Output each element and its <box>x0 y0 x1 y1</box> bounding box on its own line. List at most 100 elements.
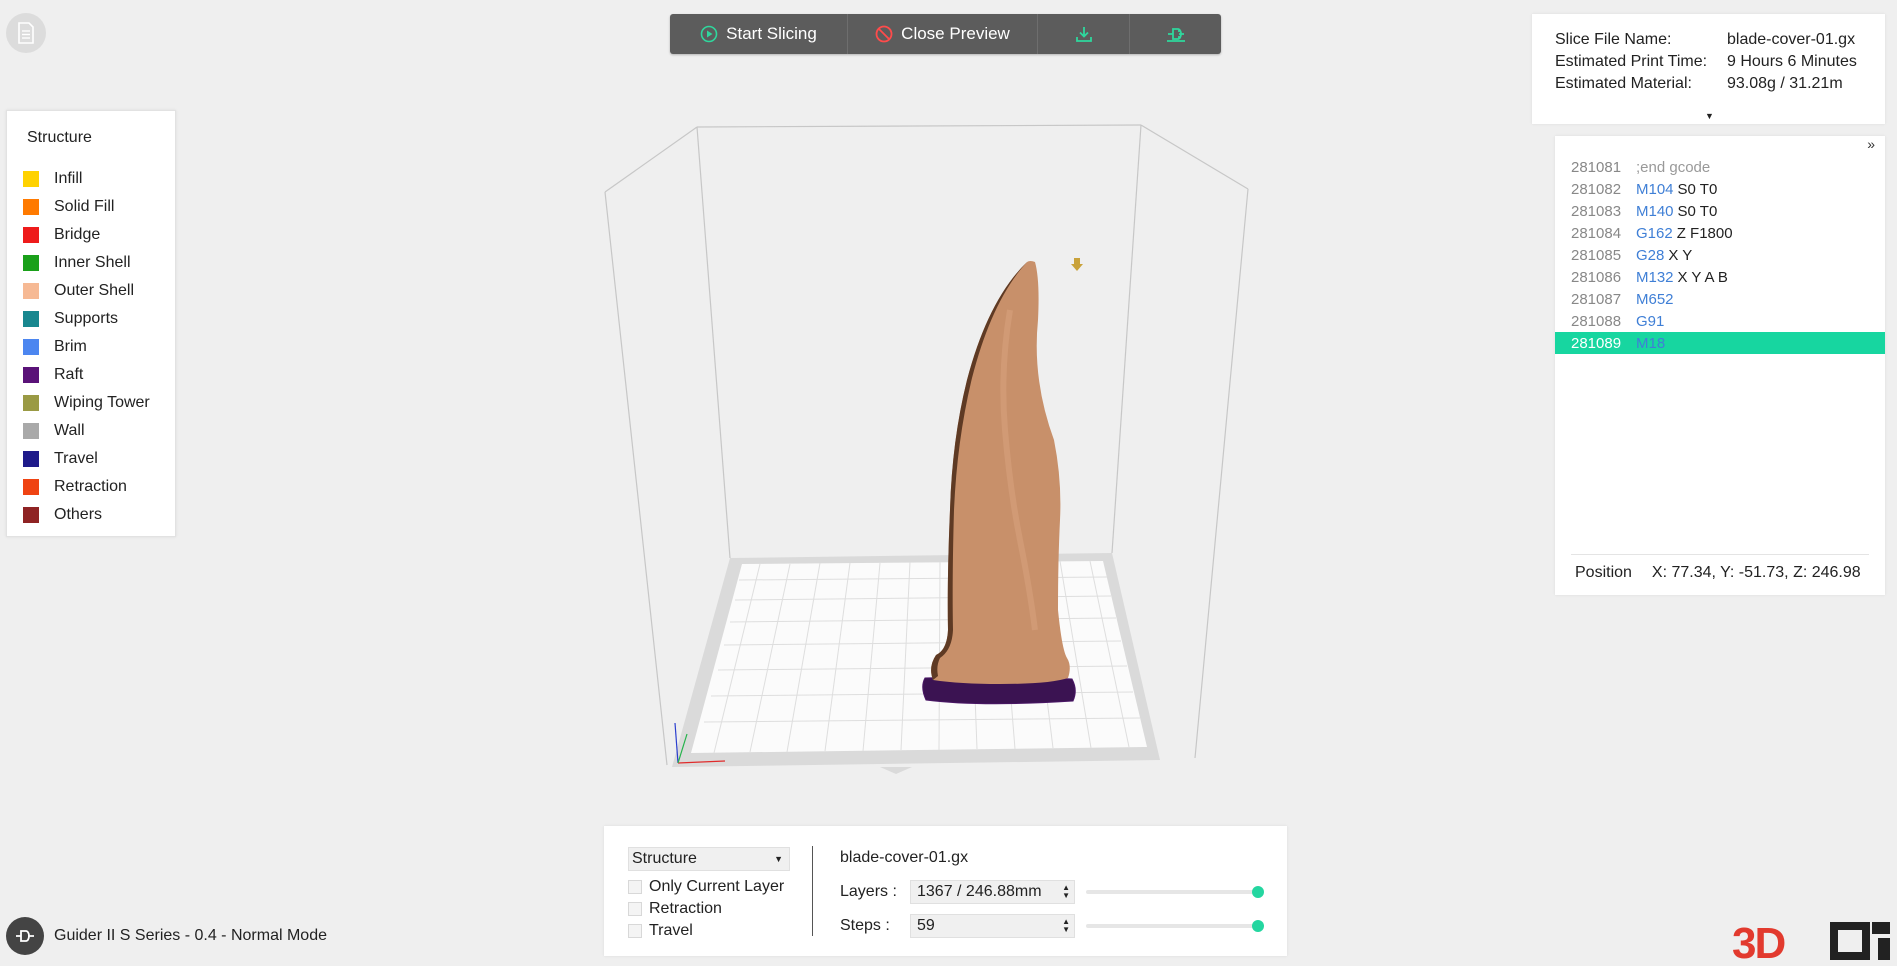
legend-title: Structure <box>27 129 92 146</box>
gcode-line-number: 281087 <box>1571 290 1622 308</box>
bed-front-tab <box>880 767 912 774</box>
checkbox-box[interactable] <box>628 902 642 916</box>
gcode-line[interactable]: 281084 G162 Z F1800 <box>1555 222 1885 244</box>
legend-label: Travel <box>54 450 98 467</box>
flashforge-3d-logo: 3D <box>1732 919 1890 964</box>
legend-swatch <box>23 255 39 271</box>
top-toolbar: Start Slicing Close Preview <box>670 14 1221 54</box>
layers-slider-handle[interactable] <box>1252 886 1264 898</box>
collapse-caret-icon[interactable]: ▼ <box>1705 111 1714 121</box>
legend-swatch <box>23 339 39 355</box>
start-slicing-button[interactable]: Start Slicing <box>670 14 848 54</box>
file-list-button[interactable] <box>6 13 46 53</box>
legend-item-inner-shell: Inner Shell <box>23 249 150 277</box>
close-preview-button[interactable]: Close Preview <box>848 14 1038 54</box>
legend-swatch <box>23 507 39 523</box>
svg-text:3D: 3D <box>1732 919 1784 964</box>
legend-item-raft: Raft <box>23 361 150 389</box>
legend-label: Wall <box>54 422 85 439</box>
start-slicing-label: Start Slicing <box>726 24 817 43</box>
legend-swatch <box>23 451 39 467</box>
layers-spinbox[interactable]: 1367 / 246.88mm ▲ ▼ <box>910 880 1075 904</box>
gcode-line[interactable]: 281083 M140 S0 T0 <box>1555 200 1885 222</box>
only-current-layer-label: Only Current Layer <box>649 878 785 895</box>
print-button[interactable] <box>1130 14 1221 54</box>
stepper-arrows-icon[interactable]: ▲ ▼ <box>1062 884 1070 900</box>
gcode-command: G162 <box>1636 224 1673 242</box>
gcode-line[interactable]: 281087 M652 <box>1555 288 1885 310</box>
gcode-line[interactable]: 281085 G28 X Y <box>1555 244 1885 266</box>
legend-label: Bridge <box>54 226 101 243</box>
expand-icon[interactable]: » <box>1867 136 1875 152</box>
legend-label: Brim <box>54 338 87 355</box>
steps-slider-handle[interactable] <box>1252 920 1264 932</box>
printer-name: Guider II S Series - 0.4 - Normal Mode <box>54 927 327 944</box>
legend-label: Infill <box>54 170 83 187</box>
gcode-line-number: 281086 <box>1571 268 1622 286</box>
download-icon <box>1075 27 1092 42</box>
layers-label: Layers : <box>840 883 897 900</box>
legend-swatch <box>23 171 39 187</box>
travel-checkbox[interactable]: Travel <box>628 922 693 940</box>
gcode-command: M140 <box>1636 202 1674 220</box>
divider <box>1571 554 1869 555</box>
gcode-command: G28 <box>1636 246 1665 264</box>
nozzle-position: Position X: 77.34, Y: -51.73, Z: 246.98 <box>1575 564 1861 582</box>
layers-slider[interactable] <box>1086 886 1264 898</box>
legend-label: Outer Shell <box>54 282 135 299</box>
legend-swatch <box>23 283 39 299</box>
gcode-list[interactable]: 281081 ;end gcode 281082 M104 S0 T0 281083 M… <box>1555 156 1885 354</box>
gcode-line-number: 281083 <box>1571 202 1622 220</box>
export-button[interactable] <box>1038 14 1130 54</box>
legend-label: Retraction <box>54 478 127 495</box>
legend-item-wiping-tower: Wiping Tower <box>23 389 150 417</box>
document-icon <box>18 22 34 44</box>
steps-value: 59 <box>917 917 935 934</box>
gcode-line-number: 281085 <box>1571 246 1622 264</box>
slice-info-panel: Slice File Name: blade-cover-01.gx Estim… <box>1532 14 1885 124</box>
legend-item-brim: Brim <box>23 333 150 361</box>
gcode-line[interactable]: 281086 M132 X Y A B <box>1555 266 1885 288</box>
checkbox-box[interactable] <box>628 924 642 938</box>
gcode-command: G91 <box>1636 312 1665 330</box>
print-time-label: Estimated Print Time: <box>1555 53 1708 70</box>
structure-legend: Structure Infill Solid Fill Bridge Inner… <box>6 110 176 537</box>
legend-swatch <box>23 423 39 439</box>
plug-icon <box>16 930 34 942</box>
gcode-line[interactable]: 281082 M104 S0 T0 <box>1555 178 1885 200</box>
only-current-layer-checkbox[interactable]: Only Current Layer <box>628 878 784 896</box>
gcode-args: Z F1800 <box>1676 224 1733 242</box>
legend-label: Raft <box>54 366 84 383</box>
gcode-command: M18 <box>1636 334 1666 352</box>
model-file-name: blade-cover-01.gx <box>840 849 969 866</box>
gcode-line-active[interactable]: 281089 M18 <box>1555 332 1885 354</box>
gcode-line-number: 281081 <box>1571 158 1622 176</box>
layers-value: 1367 / 246.88mm <box>917 883 1042 900</box>
divider <box>812 846 813 936</box>
checkbox-box[interactable] <box>628 880 642 894</box>
legend-item-infill: Infill <box>23 165 150 193</box>
printer-connect-button[interactable] <box>6 917 44 955</box>
plug-icon <box>1166 28 1185 42</box>
steps-slider[interactable] <box>1086 920 1264 932</box>
stepper-arrows-icon[interactable]: ▲ ▼ <box>1062 918 1070 934</box>
retraction-checkbox[interactable]: Retraction <box>628 900 722 918</box>
retraction-label: Retraction <box>649 900 722 917</box>
gcode-line[interactable]: 281081 ;end gcode <box>1555 156 1885 178</box>
gcode-line[interactable]: 281088 G91 <box>1555 310 1885 332</box>
legend-swatch <box>23 395 39 411</box>
slice-file-name-label: Slice File Name: <box>1555 31 1672 48</box>
gcode-line-number: 281088 <box>1571 312 1622 330</box>
gcode-line-number: 281082 <box>1571 180 1622 198</box>
legend-swatch <box>23 227 39 243</box>
print-time-value: 9 Hours 6 Minutes <box>1727 53 1857 70</box>
prohibited-icon <box>875 25 893 43</box>
3d-viewport[interactable] <box>580 110 1280 800</box>
position-value: X: 77.34, Y: -51.73, Z: 246.98 <box>1651 564 1861 581</box>
steps-spinbox[interactable]: 59 ▲ ▼ <box>910 914 1075 938</box>
gcode-args: S0 T0 <box>1677 180 1718 198</box>
view-mode-select[interactable]: Structure ▼ <box>628 847 790 871</box>
gcode-args: X Y <box>1668 246 1693 264</box>
legend-item-wall: Wall <box>23 417 150 445</box>
legend-label: Solid Fill <box>54 198 115 215</box>
